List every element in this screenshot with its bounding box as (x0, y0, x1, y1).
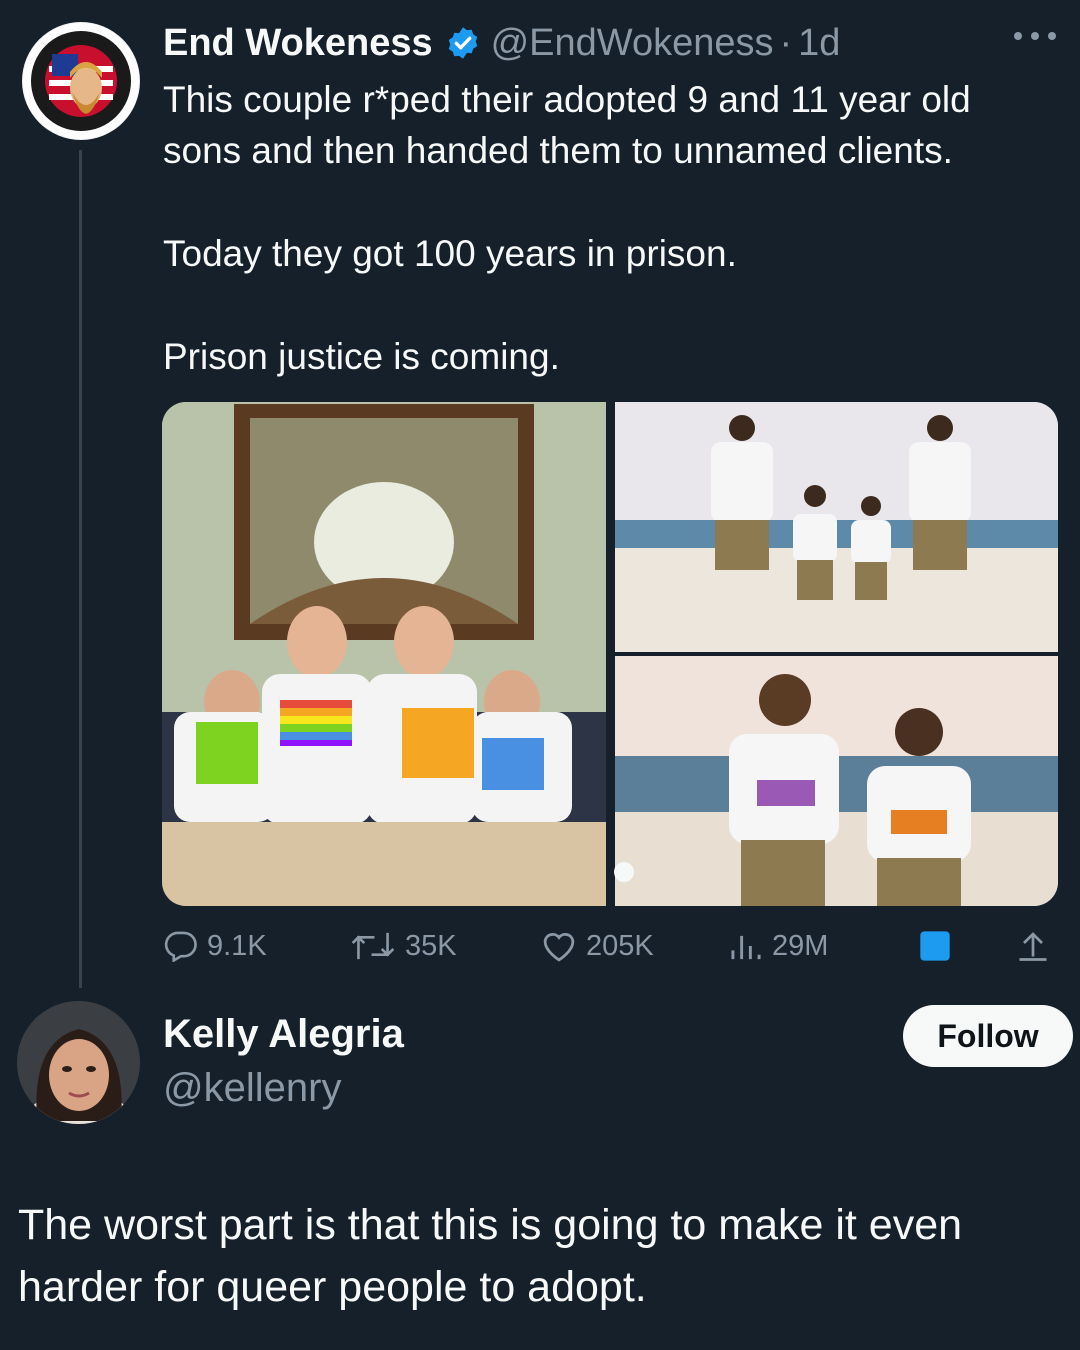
reply-author-name[interactable]: Kelly Alegria (163, 1012, 404, 1057)
like-action[interactable]: 205K (540, 928, 654, 964)
like-count: 205K (586, 929, 654, 962)
media-info-icon[interactable] (614, 862, 634, 882)
tweet-paragraph: Today they got 100 years in prison. (163, 233, 737, 274)
author-handle[interactable]: @EndWokeness (491, 22, 774, 65)
user-photo-avatar-icon (17, 1001, 140, 1124)
bookmark-action[interactable] (919, 928, 959, 964)
views-action[interactable]: 29M (728, 928, 828, 964)
repost-action[interactable]: 35K (349, 928, 457, 964)
share-icon (1019, 932, 1047, 961)
reply-text: The worst part is that this is going to … (18, 1201, 963, 1311)
more-options-icon[interactable] (1014, 26, 1056, 46)
reply-author-handle[interactable]: @kellenry (163, 1066, 341, 1111)
tweet-actions-bar: 9.1K 35K 205K 29M (163, 928, 1058, 964)
views-chart-icon (731, 935, 761, 960)
share-action[interactable] (1015, 928, 1059, 964)
reply-avatar[interactable] (17, 1001, 140, 1124)
reply-action[interactable]: 9.1K (163, 928, 267, 964)
separator-dot: · (779, 21, 793, 64)
tweet-media-grid (162, 402, 1058, 906)
badge-avatar-icon (23, 23, 139, 139)
repost-icon (351, 932, 395, 960)
beach-family-photo[interactable] (615, 402, 1058, 652)
tweet-text: This couple r*ped their adopted 9 and 11… (163, 74, 1053, 382)
tweet-header: End Wokeness @EndWokeness · 1d (163, 18, 840, 68)
tweet-paragraph: Prison justice is coming. (163, 336, 560, 377)
heart-icon (543, 933, 575, 962)
avatar[interactable] (22, 22, 140, 140)
reply-icon (164, 931, 197, 962)
verified-badge-icon (445, 25, 481, 61)
family-sofa-photo[interactable] (162, 402, 606, 906)
author-name[interactable]: End Wokeness (163, 22, 433, 65)
beach-boys-photo[interactable] (615, 656, 1058, 906)
bookmark-icon (920, 931, 950, 961)
follow-button[interactable]: Follow (903, 1005, 1073, 1067)
repost-count: 35K (405, 929, 457, 962)
tweet-paragraph: This couple r*ped their adopted 9 and 11… (163, 79, 971, 171)
view-count: 29M (772, 929, 829, 962)
reply-count: 9.1K (207, 929, 267, 962)
tweet-timestamp[interactable]: 1d (798, 22, 840, 65)
thread-connector-line (79, 150, 82, 988)
